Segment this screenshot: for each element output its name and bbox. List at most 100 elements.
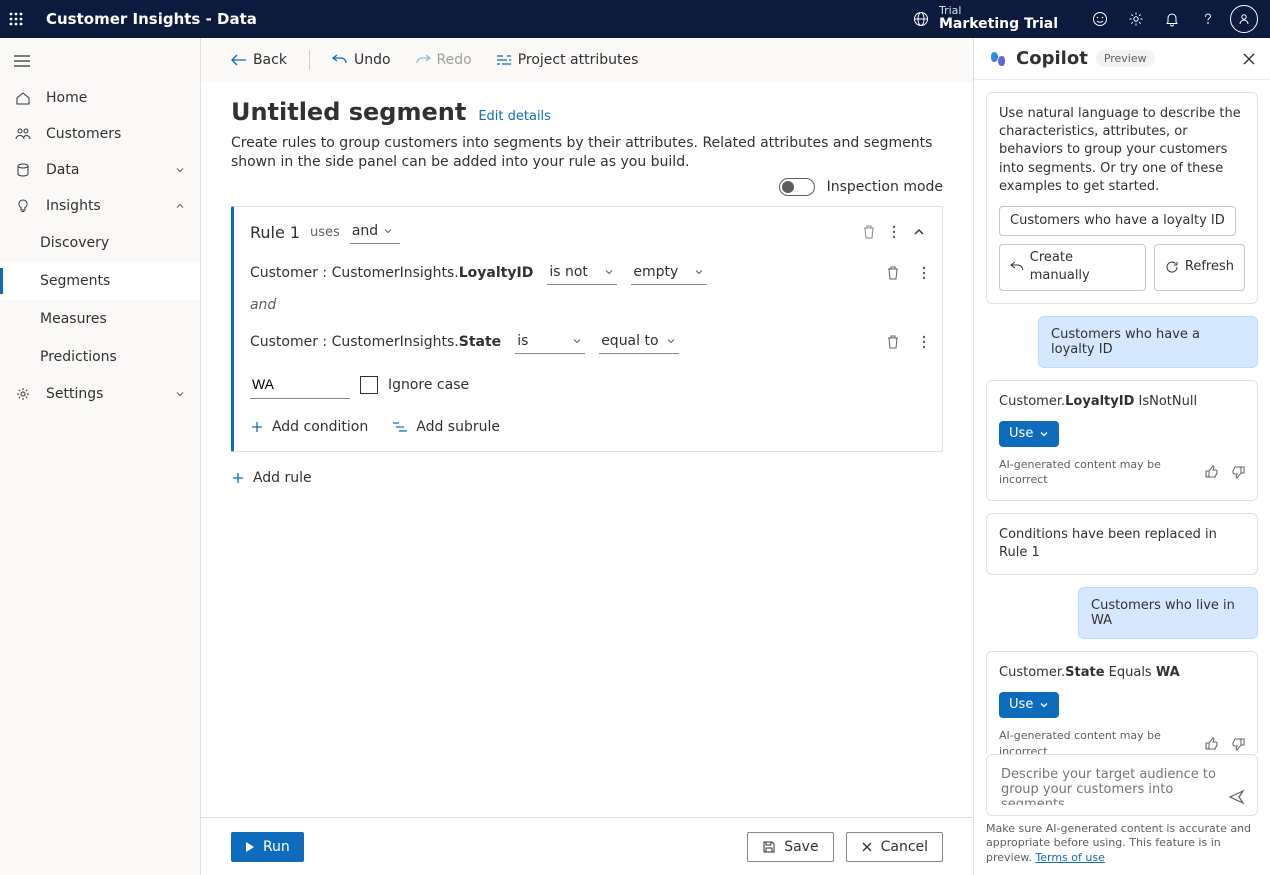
add-condition-label: Add condition [272,419,368,435]
chevron-down-icon [174,388,186,400]
sidebar-toggle[interactable] [0,42,200,80]
thumbs-down-icon[interactable] [1231,737,1245,751]
undo-button[interactable]: Undo [326,48,397,72]
back-button[interactable]: Back [225,48,293,72]
more-icon[interactable] [892,224,896,240]
delete-condition-icon[interactable] [886,334,900,350]
sidebar-item-measures[interactable]: Measures [0,300,200,338]
help-icon[interactable] [1190,1,1226,37]
divider [309,50,310,70]
user-message: Customers who live in WA [1078,587,1258,639]
arrow-left-icon [231,53,247,67]
cancel-label: Cancel [881,839,928,855]
add-rule-label: Add rule [253,470,312,486]
add-rule-button[interactable]: Add rule [231,470,943,486]
add-subrule-label: Add subrule [416,419,500,435]
environment-picker[interactable]: Trial Marketing Trial [913,5,1058,32]
sidebar-item-home[interactable]: Home [0,80,200,116]
preview-badge: Preview [1096,50,1155,67]
refresh-button[interactable]: Refresh [1154,244,1245,290]
condition-operator-dropdown[interactable]: is [515,331,585,354]
use-button[interactable]: Use [999,692,1059,718]
copilot-input[interactable] [999,765,1221,805]
notifications-icon[interactable] [1154,1,1190,37]
example-suggestion[interactable]: Customers who have a loyalty ID [999,206,1236,236]
delete-rule-icon[interactable] [862,224,876,240]
sidebar-item-segments[interactable]: Segments [0,262,200,300]
footer: Run Save Cancel [201,817,973,875]
rule-card: Rule 1 uses and Customer : CustomerInsig… [231,206,943,452]
gear-icon [14,386,32,402]
undo-label: Undo [354,52,391,68]
subrule-icon [392,420,408,434]
run-button[interactable]: Run [231,832,304,862]
save-button[interactable]: Save [747,832,833,862]
close-copilot-button[interactable] [1242,52,1256,66]
condition-attribute: Customer : CustomerInsights.State [250,334,501,350]
feedback-icon[interactable] [1082,1,1118,37]
back-label: Back [253,52,287,68]
use-button[interactable]: Use [999,421,1059,447]
settings-icon[interactable] [1118,1,1154,37]
sidebar-item-label: Data [46,162,79,178]
save-icon [762,840,776,854]
project-attributes-button[interactable]: Project attributes [490,48,645,72]
sidebar-item-label: Measures [40,311,107,327]
inspection-mode-label: Inspection mode [827,179,943,195]
sidebar-item-label: Customers [46,126,121,142]
condition-value-dropdown[interactable]: equal to [599,331,678,354]
app-title: Customer Insights - Data [46,10,257,28]
redo-button: Redo [409,48,478,72]
condition-attribute: Customer : CustomerInsights.LoyaltyID [250,265,533,281]
thumbs-up-icon[interactable] [1205,465,1219,479]
segment-description: Create rules to group customers into seg… [231,134,943,172]
edit-details-link[interactable]: Edit details [478,109,551,124]
rule-operator-dropdown[interactable]: and [350,221,400,244]
sidebar-item-customers[interactable]: Customers [0,116,200,152]
condition-operator-dropdown[interactable]: is not [547,262,617,285]
ignore-case-checkbox[interactable] [360,376,378,394]
condition-row: Customer : CustomerInsights.LoyaltyID is… [250,262,926,285]
chevron-down-icon [174,164,186,176]
cancel-button[interactable]: Cancel [846,832,943,862]
plus-icon [250,420,264,434]
globe-icon [913,11,929,27]
thumbs-up-icon[interactable] [1205,737,1219,751]
send-icon[interactable] [1229,789,1245,805]
thumbs-down-icon[interactable] [1231,465,1245,479]
sidebar-item-discovery[interactable]: Discovery [0,224,200,262]
topbar: Customer Insights - Data Trial Marketing… [0,0,1270,38]
condition-row: Customer : CustomerInsights.State is equ… [250,331,926,354]
more-icon[interactable] [922,265,926,281]
account-avatar[interactable] [1226,1,1262,37]
condition-value-input[interactable] [250,372,350,399]
sidebar-item-label: Segments [40,273,110,289]
sidebar-item-predictions[interactable]: Predictions [0,338,200,376]
close-icon [861,841,873,853]
home-icon [14,90,32,106]
chevron-down-icon [665,335,677,347]
ignore-case-label: Ignore case [388,377,469,393]
copilot-panel: Copilot Preview Use natural language to … [973,38,1270,875]
add-subrule-button[interactable]: Add subrule [392,419,500,435]
rule-name: Rule 1 [250,223,300,242]
sidebar-item-settings[interactable]: Settings [0,376,200,412]
sidebar-item-label: Discovery [40,235,109,251]
more-icon[interactable] [922,334,926,350]
undo-icon [1010,260,1024,274]
delete-condition-icon[interactable] [886,265,900,281]
terms-link[interactable]: Terms of use [1035,851,1104,864]
add-condition-button[interactable]: Add condition [250,419,368,435]
create-manually-button[interactable]: Create manually [999,244,1146,290]
collapse-icon[interactable] [912,225,926,239]
segment-title: Untitled segment [231,98,466,126]
play-icon [245,841,255,853]
condition-value-dropdown[interactable]: empty [631,262,707,285]
ai-disclaimer: AI-generated content may be incorrect [999,728,1181,754]
sidebar-item-insights[interactable]: Insights [0,188,200,224]
app-launcher-icon[interactable] [0,3,32,35]
inspection-mode-toggle[interactable] [779,178,815,196]
copilot-input-wrapper [986,754,1258,816]
chevron-down-icon [603,266,615,278]
sidebar-item-data[interactable]: Data [0,152,200,188]
